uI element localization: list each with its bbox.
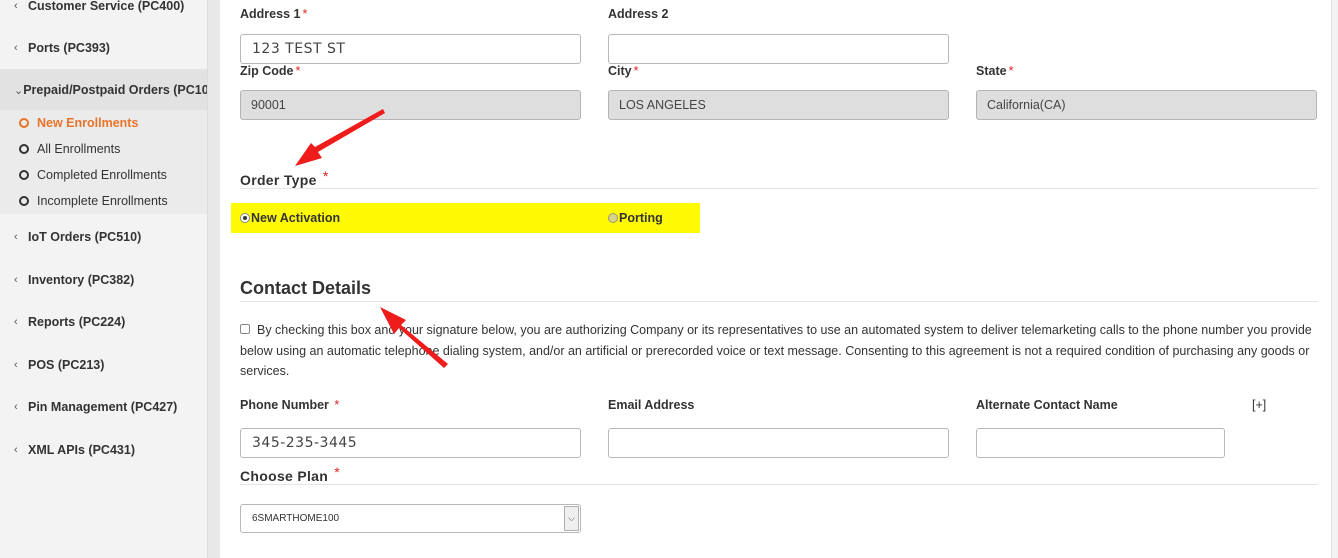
chevron-left-icon: ‹ <box>14 316 18 328</box>
radio-new-activation[interactable]: New Activation <box>240 211 340 225</box>
state-field: California(CA) <box>976 90 1317 120</box>
sidebar-item-label: Customer Service (PC400) <box>28 0 185 13</box>
order-type-title: Order Type * <box>240 168 329 188</box>
page-scrollbar[interactable] <box>1331 0 1338 558</box>
address1-label: Address 1 * <box>240 7 308 21</box>
sidebar-subitem-new-enrollments[interactable]: New Enrollments <box>0 110 207 136</box>
phone-number-input[interactable]: 345-235-3445 <box>240 428 581 458</box>
consent-text: By checking this box and your signature … <box>240 323 1312 378</box>
sidebar-subitem-incomplete-enrollments[interactable]: Incomplete Enrollments <box>0 188 207 214</box>
chevron-left-icon: ‹ <box>14 444 18 456</box>
sidebar-item-pos[interactable]: ‹ POS (PC213) <box>0 352 207 378</box>
sidebar-item-xml-apis[interactable]: ‹ XML APIs (PC431) <box>0 437 207 463</box>
sidebar-subitem-label: All Enrollments <box>37 142 121 156</box>
radio-porting[interactable]: Porting <box>608 211 663 225</box>
chevron-left-icon: ‹ <box>14 401 18 413</box>
plan-select-value: 6SMARTHOME100 <box>252 513 340 524</box>
sidebar-item-label: Reports (PC224) <box>28 315 126 329</box>
circle-icon <box>19 144 29 154</box>
sidebar-subitem-label: Completed Enrollments <box>37 168 167 182</box>
radio-label: Porting <box>619 211 663 225</box>
sidebar-item-iot-orders[interactable]: ‹ IoT Orders (PC510) <box>0 224 207 250</box>
sidebar-item-prepaid-postpaid-orders[interactable]: ⌄ Prepaid/Postpaid Orders (PC109) <box>0 69 207 111</box>
zip-code-field: 90001 <box>240 90 581 120</box>
circle-icon <box>19 118 29 128</box>
divider <box>240 188 1318 189</box>
sidebar-item-label: Inventory (PC382) <box>28 273 135 287</box>
chevron-down-icon: ⌄ <box>14 84 24 97</box>
sidebar-item-label: XML APIs (PC431) <box>28 443 135 457</box>
email-address-label: Email Address <box>608 398 695 412</box>
chevron-left-icon: ‹ <box>14 42 18 54</box>
divider <box>240 484 1318 485</box>
divider <box>240 301 1318 302</box>
sidebar-subitem-label: Incomplete Enrollments <box>37 194 168 208</box>
zip-code-label: Zip Code * <box>240 64 301 78</box>
sidebar-item-label: Pin Management (PC427) <box>28 400 178 414</box>
chevron-left-icon: ‹ <box>14 231 18 243</box>
sidebar-item-pin-management[interactable]: ‹ Pin Management (PC427) <box>0 394 207 420</box>
address2-label: Address 2 <box>608 7 669 21</box>
sidebar-item-label: Prepaid/Postpaid Orders (PC109) <box>23 83 207 97</box>
address1-input[interactable]: 123 TEST ST <box>240 34 581 64</box>
sidebar-item-label: IoT Orders (PC510) <box>28 230 142 244</box>
email-address-input[interactable] <box>608 428 949 458</box>
sidebar: ‹ Customer Service (PC400) ‹ Ports (PC39… <box>0 0 207 558</box>
add-contact-button[interactable]: [+] <box>1252 398 1266 412</box>
sidebar-subitem-label: New Enrollments <box>37 116 139 130</box>
alternate-contact-name-label: Alternate Contact Name <box>976 398 1118 412</box>
sidebar-item-label: POS (PC213) <box>28 358 105 372</box>
sidebar-item-inventory[interactable]: ‹ Inventory (PC382) <box>0 267 207 293</box>
consent-checkbox[interactable] <box>240 324 250 334</box>
radio-selected-icon <box>240 213 250 223</box>
circle-icon <box>19 170 29 180</box>
sidebar-item-label: Ports (PC393) <box>28 41 110 55</box>
phone-number-label: Phone Number * <box>240 398 340 412</box>
chevron-left-icon: ‹ <box>14 0 18 12</box>
chevron-left-icon: ‹ <box>14 359 18 371</box>
sidebar-item-ports[interactable]: ‹ Ports (PC393) <box>0 35 207 61</box>
sidebar-item-customer-service[interactable]: ‹ Customer Service (PC400) <box>0 0 207 19</box>
chevron-down-icon[interactable]: ⌵ <box>564 506 579 531</box>
sidebar-subitem-all-enrollments[interactable]: All Enrollments <box>0 136 207 162</box>
sidebar-item-reports[interactable]: ‹ Reports (PC224) <box>0 309 207 335</box>
plan-select[interactable]: 6SMARTHOME100 ⌵ <box>240 504 581 533</box>
city-field: LOS ANGELES <box>608 90 949 120</box>
city-label: City * <box>608 64 639 78</box>
choose-plan-title: Choose Plan * <box>240 464 341 484</box>
sidebar-scrollbar[interactable] <box>207 0 220 558</box>
circle-icon <box>19 196 29 206</box>
state-label: State * <box>976 64 1014 78</box>
address2-input[interactable] <box>608 34 949 64</box>
radio-label: New Activation <box>251 211 341 225</box>
contact-details-title: Contact Details <box>240 278 372 298</box>
radio-unselected-icon <box>608 213 618 223</box>
sidebar-subitem-completed-enrollments[interactable]: Completed Enrollments <box>0 162 207 188</box>
alternate-contact-name-input[interactable] <box>976 428 1225 458</box>
chevron-left-icon: ‹ <box>14 274 18 286</box>
